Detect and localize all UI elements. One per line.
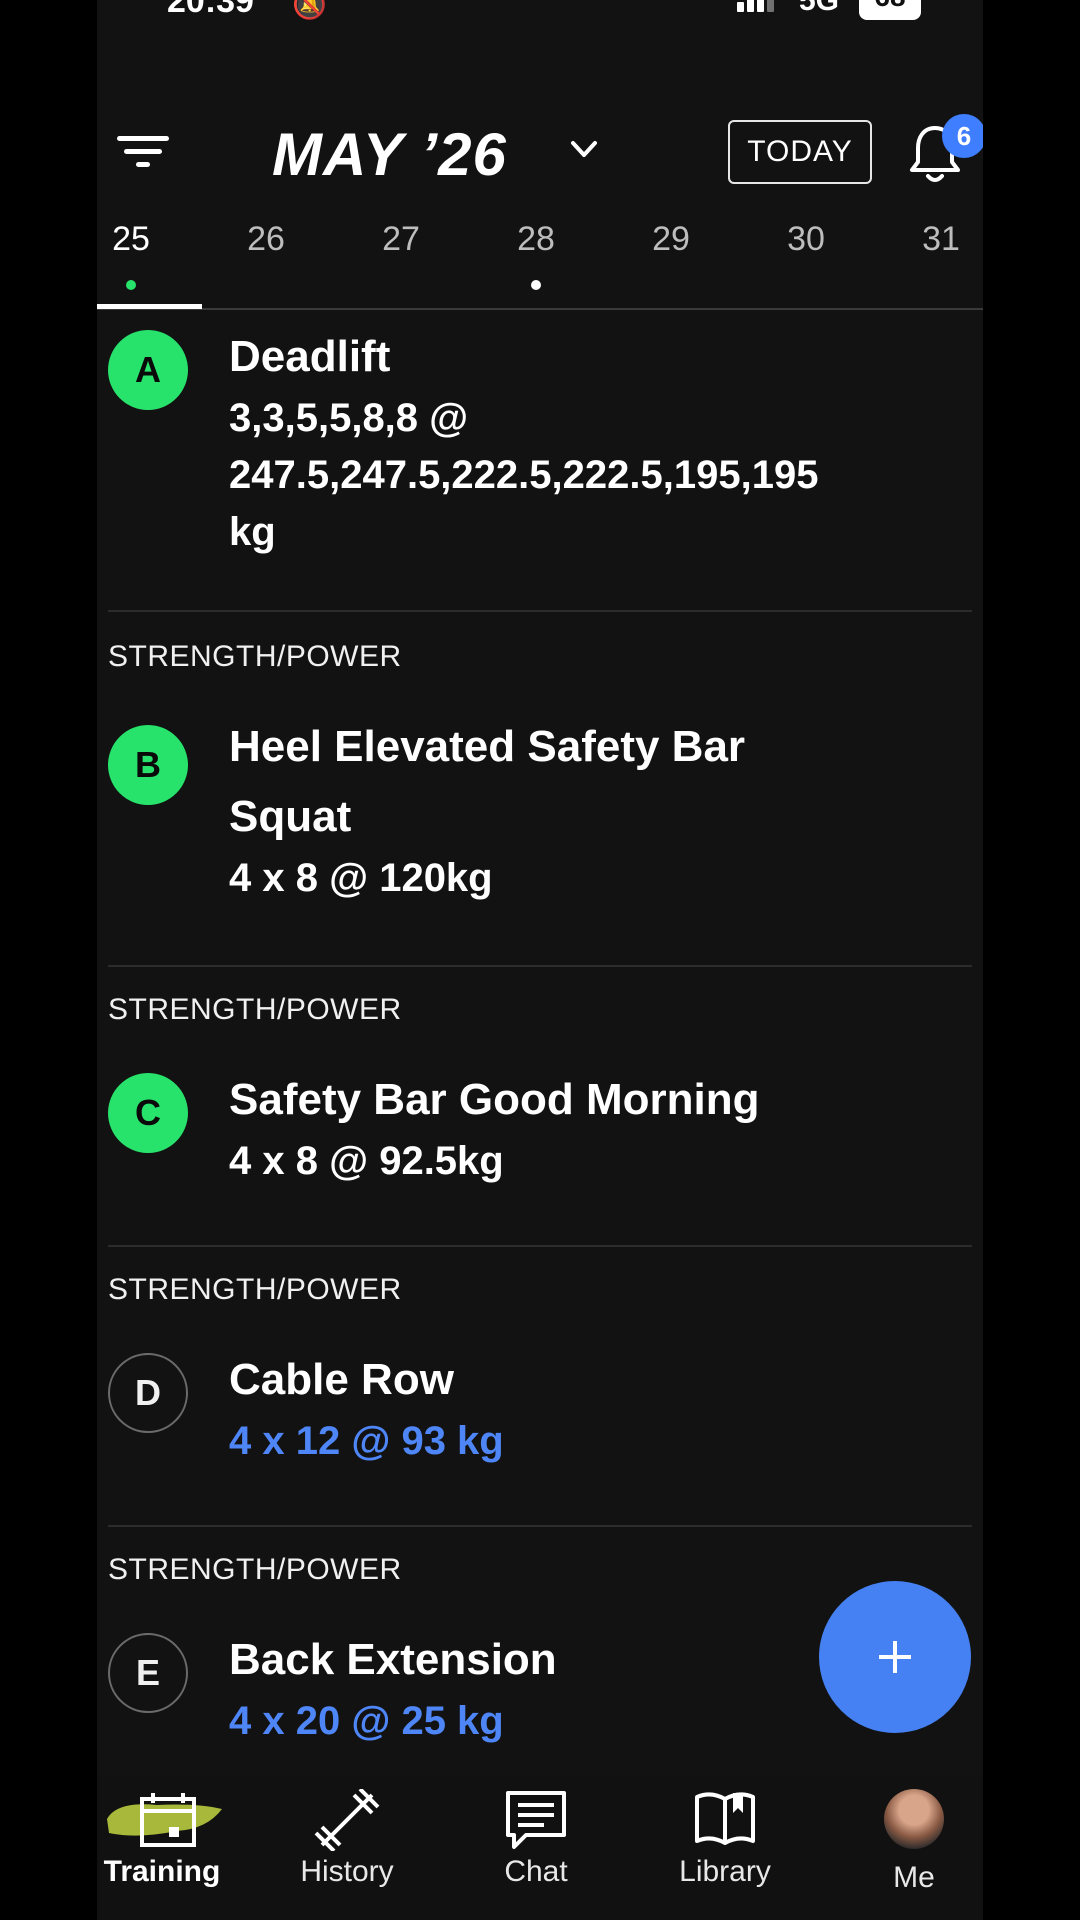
divider — [108, 1245, 972, 1247]
nav-library[interactable]: Library — [640, 1775, 810, 1920]
exercise-name[interactable]: Safety Bar Good Morning — [229, 1065, 759, 1135]
calendar-icon — [107, 1793, 222, 1847]
day-26[interactable]: 26 — [216, 220, 316, 259]
day-strip: 25 26 27 28 29 30 31 — [97, 210, 983, 310]
day-27[interactable]: 27 — [351, 220, 451, 259]
exercise-category: STRENGTH/POWER — [108, 640, 402, 673]
exercise-prescription: 3,3,5,5,8,8 @ — [229, 396, 469, 440]
plus-icon-vertical — [893, 1641, 897, 1673]
day-25[interactable]: 25 — [97, 220, 181, 259]
phone-screen: 20:39 🔕 5G 68 MAY ’26 TODAY 6 25 26 27 28 29… — [97, 0, 983, 1920]
exercise-prescription: 4 x 8 @ 120kg — [229, 856, 493, 900]
month-selector[interactable]: MAY ’26 — [272, 120, 507, 189]
chevron-down-icon[interactable] — [569, 134, 599, 164]
nav-history[interactable]: History — [262, 1775, 432, 1920]
day-28[interactable]: 28 — [486, 220, 586, 259]
divider — [108, 965, 972, 967]
selected-day-indicator — [97, 304, 202, 309]
silent-mode-icon: 🔕 — [292, 0, 327, 20]
exercise-prescription: kg — [229, 510, 276, 554]
nav-label-chat: Chat — [504, 1855, 568, 1888]
exercise-category: STRENGTH/POWER — [108, 1553, 402, 1586]
nav-label-me: Me — [893, 1861, 935, 1894]
filter-icon[interactable] — [115, 132, 171, 172]
exercise-letter-badge[interactable]: D — [108, 1353, 188, 1433]
exercise-category: STRENGTH/POWER — [108, 993, 402, 1026]
exercise-prescription: 4 x 12 @ 93 kg — [229, 1419, 504, 1463]
day-31[interactable]: 31 — [891, 220, 983, 259]
nav-training[interactable]: Training — [97, 1775, 247, 1920]
exercise-name[interactable]: Squat — [229, 782, 351, 852]
divider — [108, 610, 972, 612]
day-30[interactable]: 30 — [756, 220, 856, 259]
nav-label-training: Training — [103, 1855, 221, 1888]
add-button[interactable] — [819, 1581, 971, 1733]
exercise-name[interactable]: Back Extension — [229, 1625, 557, 1695]
exercise-prescription: 247.5,247.5,222.5,222.5,195,195 — [229, 453, 819, 497]
notification-badge: 6 — [942, 114, 983, 158]
exercise-letter-badge[interactable]: B — [108, 725, 188, 805]
exercise-category: STRENGTH/POWER — [108, 1273, 402, 1306]
nav-label-history: History — [300, 1855, 394, 1888]
nav-me[interactable]: Me — [829, 1775, 983, 1920]
barbell-icon — [314, 1789, 380, 1851]
exercise-letter-badge[interactable]: A — [108, 330, 188, 410]
battery-indicator: 68 — [859, 0, 921, 20]
exercise-prescription: 4 x 8 @ 92.5kg — [229, 1139, 504, 1183]
exercise-letter-badge[interactable]: E — [108, 1633, 188, 1713]
divider — [108, 1525, 972, 1527]
bottom-navigation: Training History Chat Library Me — [97, 1775, 983, 1920]
nav-label-library: Library — [679, 1855, 771, 1888]
status-time: 20:39 — [167, 0, 254, 20]
network-type: 5G — [799, 0, 840, 17]
nav-chat[interactable]: Chat — [451, 1775, 621, 1920]
calendar-header: MAY ’26 TODAY 6 — [97, 100, 983, 200]
day-25-workout-dot — [126, 280, 136, 290]
today-button[interactable]: TODAY — [728, 120, 872, 184]
exercise-name[interactable]: Deadlift — [229, 322, 390, 392]
exercise-name[interactable]: Heel Elevated Safety Bar — [229, 712, 745, 782]
signal-strength-icon — [737, 0, 774, 20]
chat-icon — [506, 1791, 566, 1849]
exercise-prescription: 4 x 20 @ 25 kg — [229, 1699, 504, 1743]
exercise-name[interactable]: Cable Row — [229, 1345, 454, 1415]
day-28-workout-dot — [531, 280, 541, 290]
day-29[interactable]: 29 — [621, 220, 721, 259]
avatar — [884, 1789, 944, 1849]
status-bar: 20:39 🔕 5G 68 — [97, 0, 983, 40]
book-icon — [695, 1792, 755, 1845]
exercise-letter-badge[interactable]: C — [108, 1073, 188, 1153]
